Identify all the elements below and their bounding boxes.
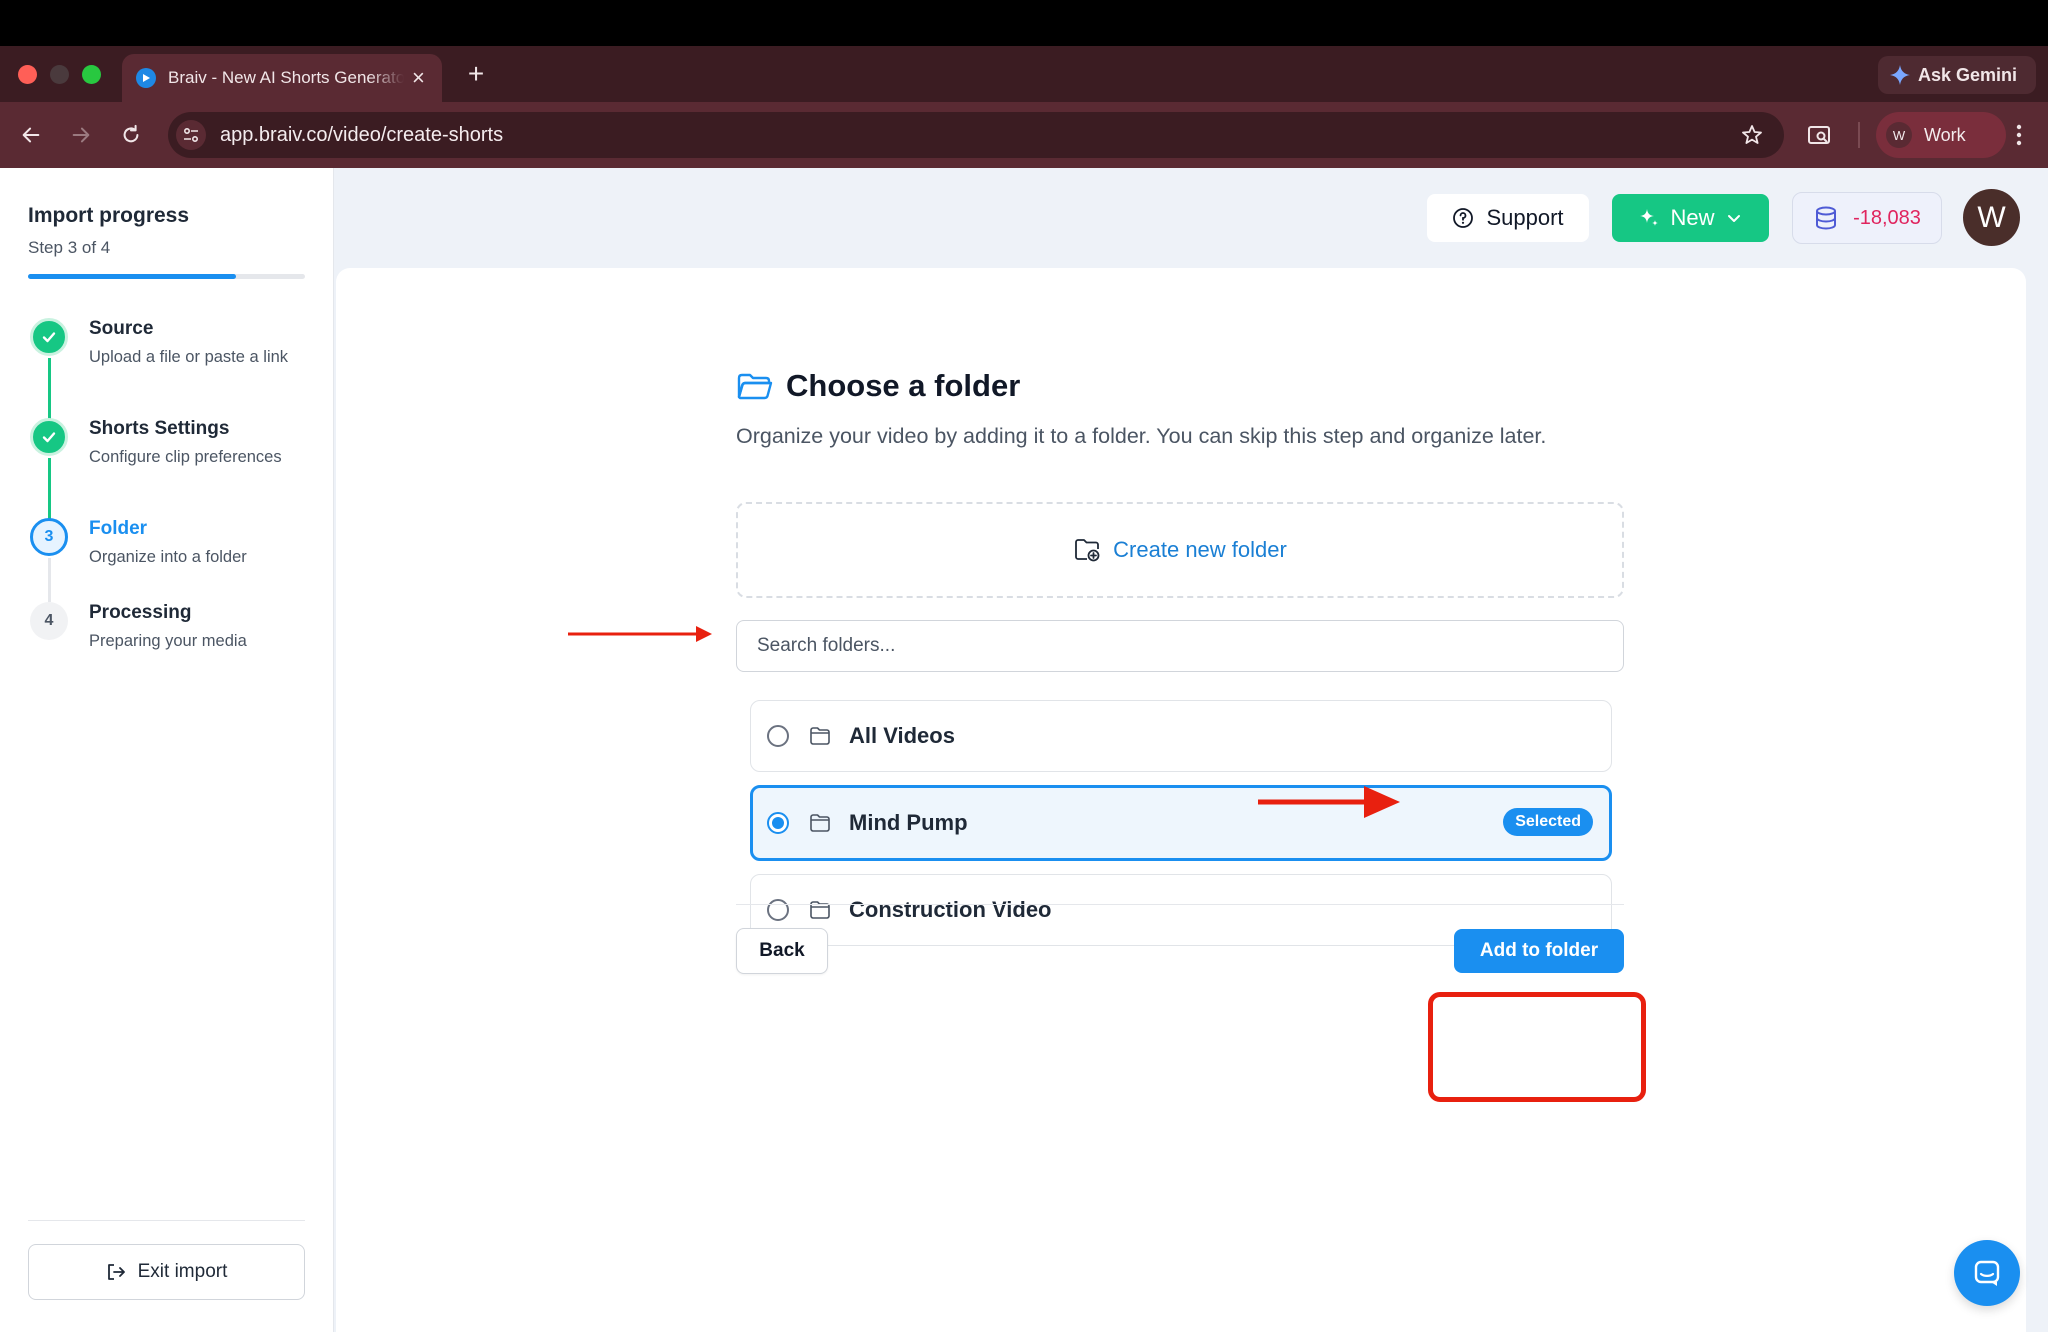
step-folder: 3 Folder Organize into a folder [28, 518, 318, 602]
folder-icon [810, 814, 830, 832]
braiv-favicon-icon [136, 68, 156, 88]
exit-import-button[interactable]: Exit import [28, 1244, 305, 1300]
step-connector [48, 358, 51, 422]
ask-gemini-button[interactable]: Ask Gemini [1878, 56, 2036, 94]
support-button[interactable]: Support [1427, 194, 1589, 242]
chevron-down-icon [1727, 215, 1740, 222]
profile-button[interactable]: W Work [1876, 112, 2006, 158]
new-label: New [1670, 205, 1715, 230]
step-name: Folder [89, 518, 148, 539]
back-arrow-icon[interactable] [16, 120, 46, 150]
chat-icon [1974, 1260, 2000, 1286]
new-button[interactable]: New [1612, 194, 1769, 242]
folder-name: Mind Pump [849, 810, 968, 835]
step-description: Preparing your media [89, 632, 247, 650]
folder-open-icon [737, 373, 773, 400]
folder-plus-icon [1075, 539, 1100, 562]
step-shorts-settings: Shorts Settings Configure clip preferenc… [28, 418, 318, 522]
create-new-folder-button[interactable]: Create new folder [736, 502, 1624, 598]
step-description: Organize into a folder [89, 548, 247, 566]
create-new-folder-label: Create new folder [1113, 537, 1287, 562]
step-processing: 4 Processing Preparing your media [28, 602, 318, 672]
tab-title: Braiv - New AI Shorts Generator [168, 68, 404, 87]
page-subtitle: Organize your video by adding it to a fo… [736, 424, 1547, 448]
minimize-window-button[interactable] [50, 65, 69, 84]
folder-option-all-videos[interactable]: All Videos [750, 700, 1612, 772]
step-name: Source [89, 318, 154, 339]
site-settings-icon[interactable] [176, 120, 206, 150]
footer-divider [736, 904, 1624, 905]
step-name: Processing [89, 602, 192, 623]
check-icon [30, 418, 68, 456]
chat-support-button[interactable] [1954, 1240, 2020, 1306]
import-progress-title: Import progress [28, 204, 190, 227]
profile-avatar: W [1886, 122, 1912, 148]
radio-button[interactable] [767, 899, 789, 921]
new-tab-button[interactable]: + [460, 58, 492, 90]
folder-name: Construction Video [849, 897, 1052, 922]
check-icon [30, 318, 68, 356]
ask-gemini-label: Ask Gemini [1918, 64, 2018, 85]
toolbar-separator [1858, 122, 1860, 148]
folder-name: All Videos [849, 723, 955, 748]
tab-close-icon[interactable]: × [412, 67, 425, 89]
search-folders-input[interactable] [736, 620, 1624, 672]
forward-arrow-icon[interactable] [66, 120, 96, 150]
page-title: Choose a folder [786, 368, 1021, 403]
step-connector [48, 458, 51, 522]
browser-menu-icon[interactable] [2006, 122, 2032, 148]
add-to-folder-button[interactable]: Add to folder [1454, 929, 1624, 973]
radio-button-selected[interactable] [767, 812, 789, 834]
user-avatar[interactable]: W [1963, 189, 2020, 246]
step-counter: Step 3 of 4 [28, 238, 111, 257]
browser-tab[interactable]: Braiv - New AI Shorts Generator × [122, 54, 442, 102]
exit-import-label: Exit import [137, 1261, 228, 1282]
maximize-window-button[interactable] [82, 65, 101, 84]
exit-icon [107, 1264, 125, 1280]
selected-badge: Selected [1503, 808, 1593, 836]
database-icon [1816, 206, 1837, 230]
bookmark-star-icon[interactable] [1740, 123, 1764, 147]
menu-bar [0, 0, 2048, 46]
annotation-arrow-icon [568, 626, 712, 642]
address-bar[interactable]: app.braiv.co/video/create-shorts [168, 112, 1784, 158]
import-progress-fill [28, 274, 236, 279]
sparkle-icon [1640, 209, 1659, 226]
annotation-highlight-box [1428, 992, 1646, 1102]
import-sidebar: Import progress Step 3 of 4 Source Uploa… [0, 168, 334, 1332]
step-number-4: 4 [30, 602, 68, 640]
app-page: Import progress Step 3 of 4 Source Uploa… [0, 168, 2048, 1332]
sidebar-divider [28, 1220, 305, 1221]
tab-search-icon[interactable] [1806, 122, 1832, 148]
step-description: Upload a file or paste a link [89, 348, 289, 366]
step-name: Shorts Settings [89, 418, 230, 439]
folder-icon [810, 901, 830, 919]
url-text: app.braiv.co/video/create-shorts [220, 123, 504, 146]
folder-icon [810, 727, 830, 745]
reload-icon[interactable] [116, 120, 146, 150]
credits-balance[interactable]: -18,083 [1792, 192, 1942, 244]
help-circle-icon [1453, 208, 1474, 228]
close-window-button[interactable] [18, 65, 37, 84]
step-description: Configure clip preferences [89, 448, 282, 466]
folder-option-mind-pump[interactable]: Mind Pump Selected [750, 785, 1612, 861]
back-button[interactable]: Back [736, 928, 828, 974]
step-number-3: 3 [30, 518, 68, 556]
gemini-sparkle-icon [1890, 65, 1910, 85]
folder-card: Choose a folder Organize your video by a… [336, 268, 2026, 1332]
step-connector [48, 558, 51, 602]
import-progress-bar [28, 274, 305, 279]
profile-label: Work [1924, 124, 1966, 145]
support-label: Support [1486, 205, 1564, 230]
step-source: Source Upload a file or paste a link [28, 318, 318, 422]
credits-value: -18,083 [1853, 206, 1921, 229]
radio-button[interactable] [767, 725, 789, 747]
annotation-arrow-icon [1258, 786, 1400, 818]
